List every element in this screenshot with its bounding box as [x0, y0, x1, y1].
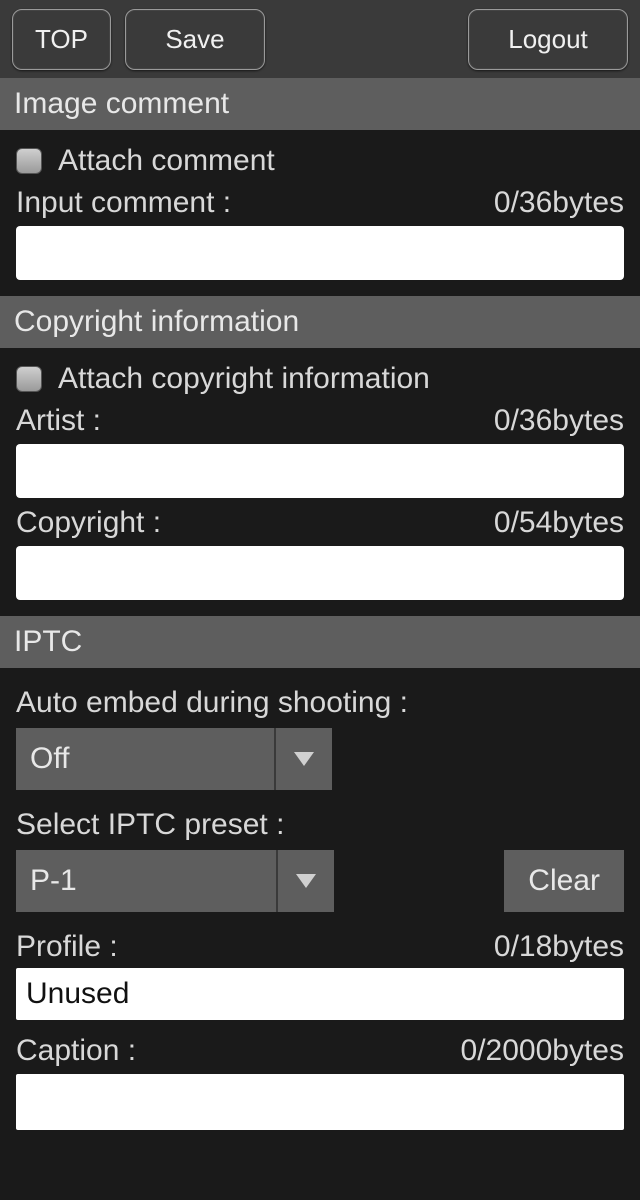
auto-embed-select[interactable]: Off: [16, 728, 332, 790]
section-iptc: Auto embed during shooting : Off Select …: [0, 668, 640, 1146]
profile-label: Profile :: [16, 930, 118, 964]
caption-label: Caption :: [16, 1034, 136, 1068]
section-header-copyright: Copyright information: [0, 296, 640, 348]
iptc-preset-select[interactable]: P-1: [16, 850, 334, 912]
clear-button[interactable]: Clear: [504, 850, 624, 912]
copyright-label: Copyright :: [16, 506, 161, 540]
logout-button[interactable]: Logout: [468, 9, 628, 70]
attach-copyright-checkbox[interactable]: [16, 366, 42, 392]
save-button[interactable]: Save: [125, 9, 265, 70]
caption-field[interactable]: [16, 1074, 624, 1130]
artist-field[interactable]: [16, 444, 624, 498]
input-comment-field[interactable]: [16, 226, 624, 280]
iptc-preset-value: P-1: [16, 850, 278, 912]
attach-comment-checkbox[interactable]: [16, 148, 42, 174]
input-comment-counter: 0/36bytes: [494, 186, 624, 220]
attach-copyright-label: Attach copyright information: [58, 362, 430, 396]
artist-counter: 0/36bytes: [494, 404, 624, 438]
auto-embed-label: Auto embed during shooting :: [16, 686, 624, 720]
copyright-field[interactable]: [16, 546, 624, 600]
copyright-counter: 0/54bytes: [494, 506, 624, 540]
section-header-iptc: IPTC: [0, 616, 640, 668]
top-button[interactable]: TOP: [12, 9, 111, 70]
artist-label: Artist :: [16, 404, 101, 438]
select-preset-label: Select IPTC preset :: [16, 808, 624, 842]
profile-counter: 0/18bytes: [494, 930, 624, 964]
caption-counter: 0/2000bytes: [461, 1034, 624, 1068]
section-image-comment: Attach comment Input comment : 0/36bytes: [0, 130, 640, 296]
toolbar: TOP Save Logout: [0, 0, 640, 78]
profile-field[interactable]: [16, 968, 624, 1020]
section-copyright: Attach copyright information Artist : 0/…: [0, 348, 640, 616]
section-header-image-comment: Image comment: [0, 78, 640, 130]
input-comment-label: Input comment :: [16, 186, 231, 220]
attach-comment-label: Attach comment: [58, 144, 275, 178]
chevron-down-icon: [276, 728, 332, 790]
chevron-down-icon: [278, 850, 334, 912]
auto-embed-value: Off: [16, 728, 276, 790]
